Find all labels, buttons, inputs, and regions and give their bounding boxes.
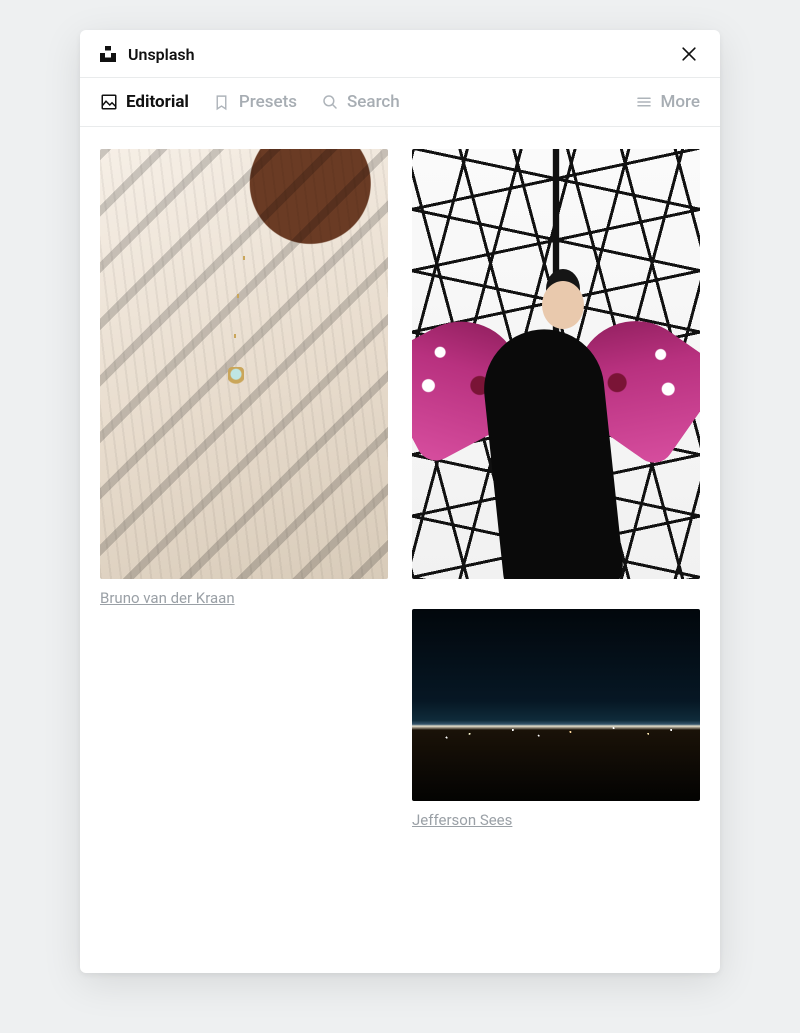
photo-thumbnail[interactable]	[412, 149, 700, 579]
photo-card	[412, 149, 700, 579]
more-label: More	[661, 92, 700, 112]
gallery-scroll[interactable]: Bruno van der Kraan Jefferson Sees	[80, 127, 720, 973]
unsplash-panel: Unsplash Editorial	[80, 30, 720, 973]
tabs-left: Editorial Presets Search	[100, 92, 400, 112]
bookmark-icon	[213, 93, 231, 111]
photo-card: Jefferson Sees	[412, 609, 700, 829]
image-gallery: Bruno van der Kraan Jefferson Sees	[80, 127, 720, 973]
brand: Unsplash	[100, 45, 195, 64]
panel-header: Unsplash	[80, 30, 720, 78]
brand-title: Unsplash	[128, 45, 195, 64]
tab-label: Search	[347, 92, 400, 112]
tab-bar: Editorial Presets Search	[80, 78, 720, 127]
photo-thumbnail[interactable]	[412, 609, 700, 801]
photo-card: Bruno van der Kraan	[100, 149, 388, 607]
image-icon	[100, 93, 118, 111]
photo-thumbnail[interactable]	[100, 149, 388, 579]
photo-author-link[interactable]: Jefferson Sees	[412, 811, 700, 829]
tab-editorial[interactable]: Editorial	[100, 92, 189, 112]
more-button[interactable]: More	[635, 92, 700, 112]
menu-icon	[635, 93, 653, 111]
photo-author-link[interactable]: Bruno van der Kraan	[100, 589, 388, 607]
unsplash-logo-icon	[100, 46, 116, 62]
tab-search[interactable]: Search	[321, 92, 400, 112]
search-icon	[321, 93, 339, 111]
tab-label: Editorial	[126, 92, 189, 112]
close-button[interactable]	[678, 43, 700, 65]
tab-label: Presets	[239, 92, 297, 112]
tab-presets[interactable]: Presets	[213, 92, 297, 112]
